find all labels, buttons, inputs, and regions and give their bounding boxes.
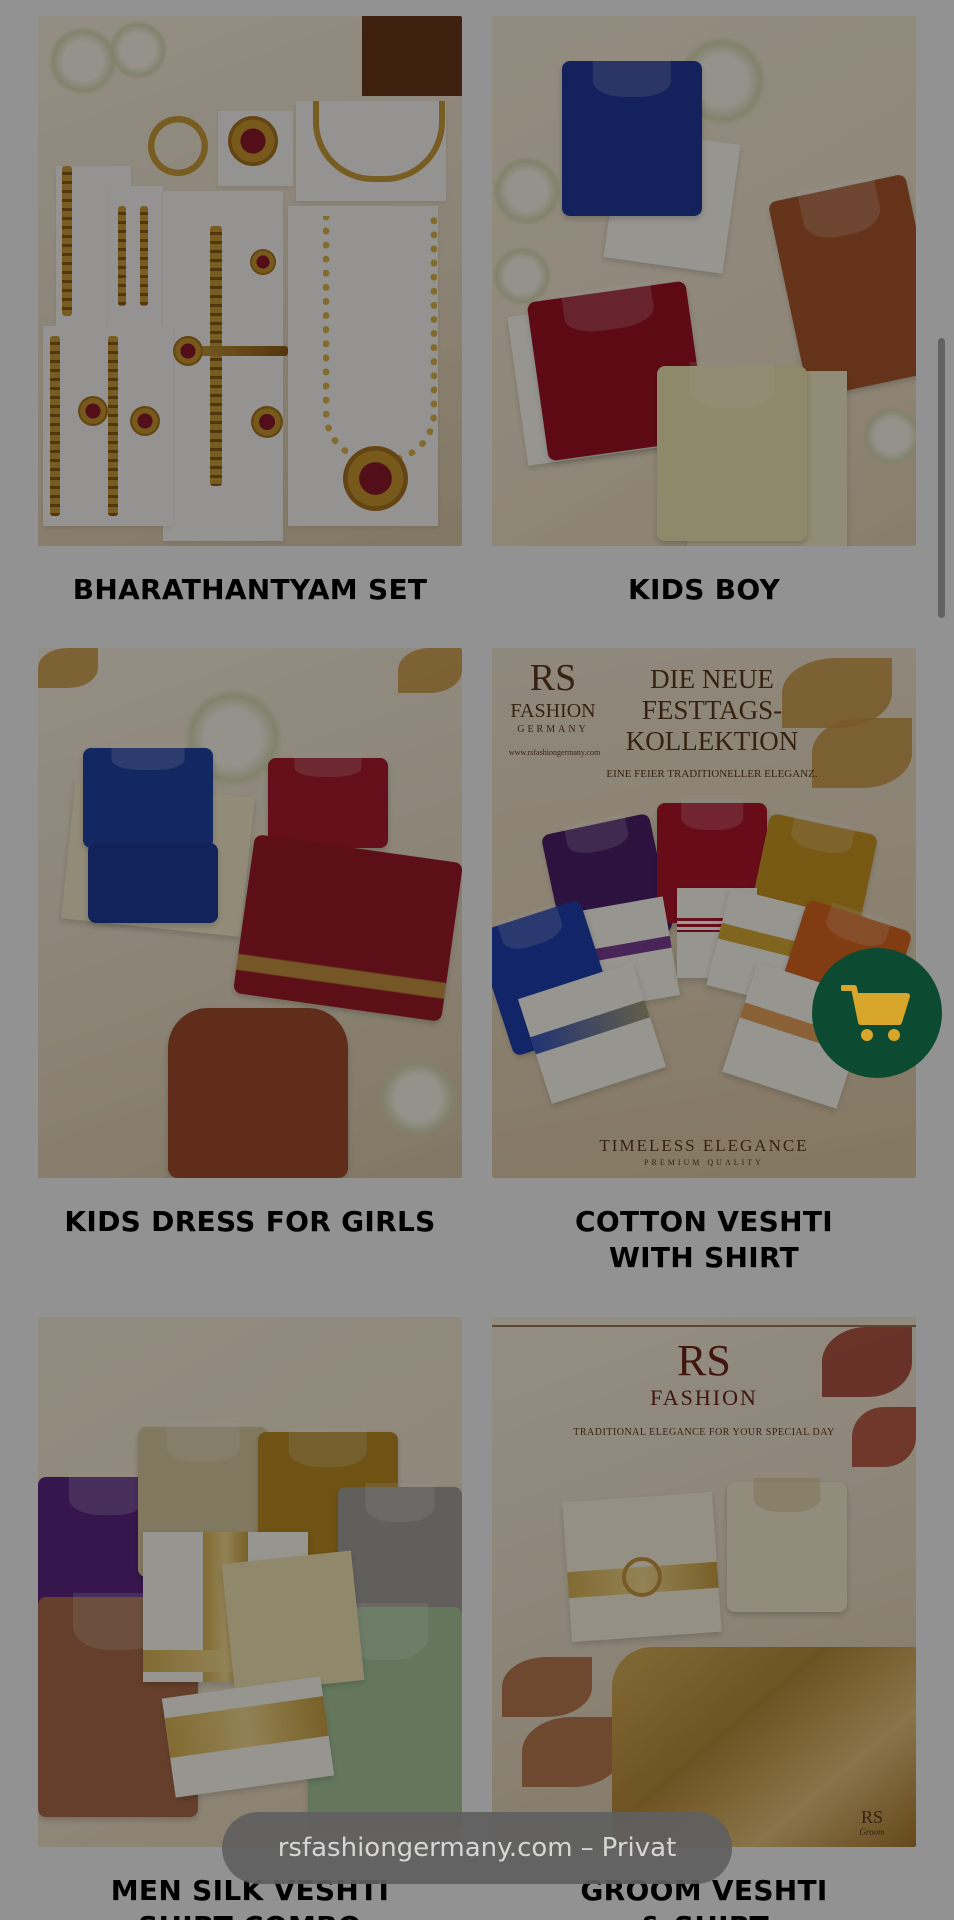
ruby-ornament <box>78 396 108 426</box>
product-title-line: BHARATHANTYAM SET <box>72 573 428 606</box>
copper-frock <box>168 1008 348 1178</box>
product-card-bharathantyam[interactable]: BHARATHANTYAM SET <box>38 16 462 608</box>
blue-shirt <box>562 57 702 216</box>
long-necklace <box>323 216 437 463</box>
brand-country: GERMANY <box>517 724 589 735</box>
product-title-line: COTTON VESHTI <box>575 1205 833 1238</box>
bangle <box>148 116 208 176</box>
flower-decoration <box>108 20 168 80</box>
ruby-ornament <box>251 406 283 438</box>
gold-chain <box>140 206 148 306</box>
ruby-ornament <box>250 249 276 275</box>
ruby-ornament <box>130 406 160 436</box>
red-blouse <box>268 754 388 848</box>
brand-initials: RS <box>529 657 577 699</box>
scrollbar[interactable] <box>938 338 945 618</box>
poster-headline: DIE NEUE FESTTAGS- KOLLEKTION <box>612 664 812 757</box>
headline-line: FESTTAGS- <box>641 695 783 725</box>
poster-tagline: TRADITIONAL ELEGANCE FOR YOUR SPECIAL DA… <box>573 1427 835 1438</box>
gold-chain <box>108 336 118 516</box>
jewel-card <box>108 186 163 326</box>
shopping-cart-icon <box>841 985 910 1041</box>
leaf-decoration <box>522 1717 622 1787</box>
gold-chain <box>62 166 72 316</box>
badge-initials: RS <box>860 1807 884 1827</box>
url-text: rsfashiongermany.com <box>277 1833 573 1863</box>
red-skirt <box>232 834 462 1022</box>
brand-name: FASHION <box>510 700 596 722</box>
product-title[interactable]: KIDS DRESS FOR GIRLS <box>38 1204 462 1240</box>
brand-initials: RS <box>677 1336 731 1385</box>
product-image-kids-girls[interactable] <box>38 648 462 1178</box>
gold-chain <box>188 346 288 356</box>
flower-decoration <box>378 1058 458 1138</box>
gold-chain <box>118 206 126 306</box>
gold-chain <box>50 336 60 516</box>
wood-box <box>362 16 462 96</box>
gold-chain <box>210 226 222 486</box>
silk-cloth <box>221 1550 365 1694</box>
cream-shirt <box>727 1478 847 1612</box>
cream-shirt <box>657 362 807 541</box>
url-separator: – <box>580 1833 594 1863</box>
product-title[interactable]: BHARATHANTYAM SET <box>38 572 462 608</box>
poster-subline: EINE FEIER TRADITIONELLER ELEGANZ. <box>606 768 818 780</box>
brand-name: FASHION <box>650 1385 758 1410</box>
cart-button[interactable] <box>812 948 942 1078</box>
ruby-ornament <box>228 116 278 166</box>
product-image-cotton-veshti[interactable]: RS FASHION GERMANY www.rsfashiongermany.… <box>492 648 916 1178</box>
product-title-line: KIDS DRESS FOR GIRLS <box>64 1205 436 1238</box>
product-title-line: SHIRT COMBO <box>38 1909 462 1920</box>
blue-pants <box>88 843 218 923</box>
flower-decoration <box>862 406 916 466</box>
product-image-men-silk-veshti[interactable] <box>38 1317 462 1847</box>
badge-sub: Groom <box>859 1827 885 1837</box>
product-image-bharathantyam[interactable] <box>38 16 462 546</box>
product-title-line: & SHIRT <box>492 1909 916 1920</box>
pendant <box>343 446 408 511</box>
product-card-kids-girls[interactable]: KIDS DRESS FOR GIRLS <box>38 648 462 1240</box>
jewel-card <box>163 191 283 541</box>
product-card-kids-boy[interactable]: KIDS BOY <box>492 16 916 608</box>
private-mode-label: Privat <box>601 1833 677 1863</box>
product-title[interactable]: COTTON VESHTI WITH SHIRT <box>492 1204 916 1276</box>
product-image-groom-veshti[interactable]: RS FASHION TRADITIONAL ELEGANCE FOR YOUR… <box>492 1317 916 1847</box>
product-title-line: KIDS BOY <box>627 573 781 606</box>
blue-kurta <box>83 744 213 848</box>
headline-line: KOLLEKTION <box>625 726 799 756</box>
poster-website: www.rsfashiongermany.com <box>508 748 601 757</box>
leaf-decoration <box>502 1657 592 1717</box>
leaf-decoration <box>38 648 98 688</box>
product-page: BHARATHANTYAM SET KIDS BOY KIDS DRESS FO… <box>0 0 954 1920</box>
product-title[interactable]: KIDS BOY <box>492 572 916 608</box>
poster-footer-sub: PREMIUM QUALITY <box>644 1158 764 1167</box>
flower-decoration <box>492 246 552 306</box>
flower-decoration <box>492 156 562 226</box>
poster-rule <box>492 1325 916 1327</box>
product-image-kids-boy[interactable] <box>492 16 916 546</box>
address-bar[interactable]: rsfashiongermany.com – Privat <box>222 1812 732 1884</box>
flower-decoration <box>48 26 118 96</box>
ruby-ornament <box>173 336 203 366</box>
product-title-line: WITH SHIRT <box>608 1241 799 1274</box>
headline-line: DIE NEUE <box>650 664 774 694</box>
ring <box>622 1557 662 1597</box>
orange-shirt <box>767 173 916 399</box>
poster-footer: TIMELESS ELEGANCE <box>599 1136 809 1155</box>
leaf-decoration <box>398 648 462 693</box>
